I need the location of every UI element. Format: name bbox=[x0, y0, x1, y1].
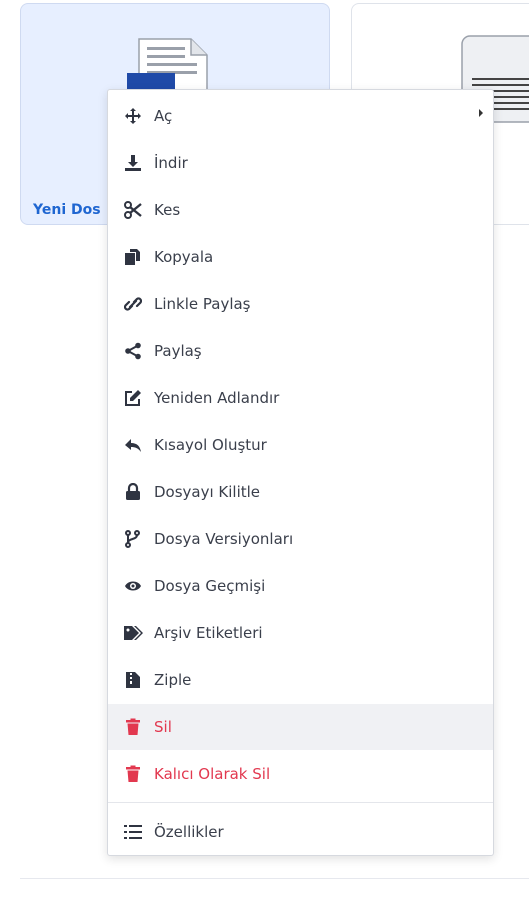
divider bbox=[20, 878, 529, 879]
menu-item-label: Yeniden Adlandır bbox=[154, 389, 280, 407]
download-icon bbox=[122, 152, 144, 174]
menu-item-label: Paylaş bbox=[154, 342, 202, 360]
menu-item-share[interactable]: Paylaş bbox=[108, 328, 493, 374]
menu-item-download[interactable]: İndir bbox=[108, 140, 493, 186]
list-icon bbox=[122, 821, 144, 843]
menu-item-delete-permanently[interactable]: Kalıcı Olarak Sil bbox=[108, 751, 493, 797]
code-branch-icon bbox=[122, 528, 144, 550]
copy-icon bbox=[122, 246, 144, 268]
zip-file-icon bbox=[122, 669, 144, 691]
file-name[interactable]: Yeni Dos bbox=[33, 202, 113, 218]
lock-icon bbox=[122, 481, 144, 503]
menu-item-copy[interactable]: Kopyala bbox=[108, 234, 493, 280]
menu-item-delete[interactable]: Sil bbox=[108, 704, 493, 750]
edit-icon bbox=[122, 387, 144, 409]
menu-item-label: Linkle Paylaş bbox=[154, 295, 251, 313]
menu-item-shortcut[interactable]: Kısayol Oluştur bbox=[108, 422, 493, 468]
link-icon bbox=[122, 293, 144, 315]
menu-item-label: Arşiv Etiketleri bbox=[154, 624, 263, 642]
menu-item-label: Kısayol Oluştur bbox=[154, 436, 267, 454]
scissors-icon bbox=[122, 199, 144, 221]
reply-arrow-icon bbox=[122, 434, 144, 456]
context-menu: Aç İndir Kes Kopyala Linkle Paylaş Payla… bbox=[107, 89, 494, 856]
menu-item-label: Kes bbox=[154, 201, 181, 219]
menu-item-lock[interactable]: Dosyayı Kilitle bbox=[108, 469, 493, 515]
menu-item-label: Özellikler bbox=[154, 823, 224, 841]
move-arrows-icon bbox=[122, 105, 144, 127]
menu-separator bbox=[108, 802, 493, 803]
menu-item-label: Sil bbox=[154, 718, 172, 736]
menu-item-open[interactable]: Aç bbox=[108, 93, 493, 139]
menu-item-label: İndir bbox=[154, 154, 188, 172]
eye-icon bbox=[122, 575, 144, 597]
trash-icon bbox=[122, 763, 144, 785]
menu-item-label: Ziple bbox=[154, 671, 192, 689]
share-icon bbox=[122, 340, 144, 362]
menu-item-label: Dosya Versiyonları bbox=[154, 530, 294, 548]
menu-item-rename[interactable]: Yeniden Adlandır bbox=[108, 375, 493, 421]
menu-item-zip[interactable]: Ziple bbox=[108, 657, 493, 703]
menu-item-history[interactable]: Dosya Geçmişi bbox=[108, 563, 493, 609]
submenu-arrow-icon bbox=[479, 109, 483, 117]
tags-icon bbox=[122, 622, 144, 644]
menu-item-cut[interactable]: Kes bbox=[108, 187, 493, 233]
menu-item-versions[interactable]: Dosya Versiyonları bbox=[108, 516, 493, 562]
menu-item-label: Kalıcı Olarak Sil bbox=[154, 765, 271, 783]
menu-item-label: Dosya Geçmişi bbox=[154, 577, 266, 595]
menu-item-share-link[interactable]: Linkle Paylaş bbox=[108, 281, 493, 327]
menu-item-label: Aç bbox=[154, 107, 173, 125]
menu-item-archive-tags[interactable]: Arşiv Etiketleri bbox=[108, 610, 493, 656]
menu-item-properties[interactable]: Özellikler bbox=[108, 809, 493, 855]
trash-icon bbox=[122, 716, 144, 738]
menu-item-label: Kopyala bbox=[154, 248, 214, 266]
menu-item-label: Dosyayı Kilitle bbox=[154, 483, 261, 501]
